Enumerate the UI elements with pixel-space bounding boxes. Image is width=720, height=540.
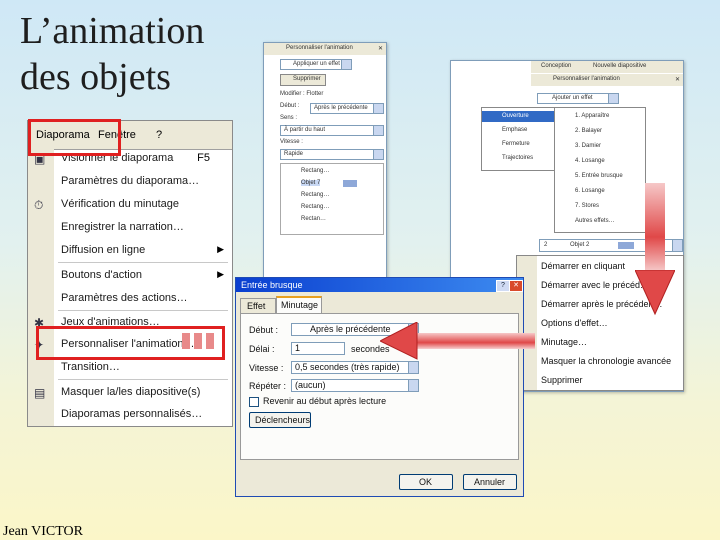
effects-submenu: 1. Apparaître 2. Balayer 3. Damier 4. Lo… — [554, 107, 646, 233]
menu-item-diaporamas-perso[interactable]: Diaporamas personnalisés… — [28, 405, 232, 425]
context-item[interactable]: Masquer la chronologie avancée — [541, 356, 671, 366]
list-item[interactable]: Rectang… — [301, 168, 329, 174]
menu-item-verification[interactable]: ⏱ Vérification du minutage — [28, 195, 232, 215]
cancel-button[interactable]: Annuler — [463, 474, 517, 490]
arrow-left-head — [380, 322, 418, 360]
effect-item[interactable]: 4. Losange — [575, 158, 605, 164]
context-item[interactable]: Options d'effet… — [541, 318, 608, 328]
timeline-bar — [618, 242, 634, 249]
category-item[interactable]: Ouverture — [502, 113, 529, 119]
submenu-arrow-icon: ▶ — [217, 269, 224, 279]
submenu-arrow-icon: ▶ — [217, 244, 224, 254]
category-item[interactable]: Fermeture — [502, 141, 530, 147]
dialog-title: Entrée brusque — [241, 280, 303, 290]
tab-effet[interactable]: Effet — [240, 298, 276, 313]
help-icon[interactable]: ? — [496, 280, 510, 292]
arrow-dash — [206, 333, 214, 349]
more-effects-item[interactable]: Autres effets… — [575, 218, 615, 224]
menu-separator — [58, 262, 228, 263]
delai-input[interactable]: 1 — [291, 342, 345, 355]
close-icon[interactable]: ✕ — [509, 280, 523, 292]
menu-item-actions[interactable]: Paramètres des actions… — [28, 289, 232, 309]
diaporama-menu: Diaporama Fenêtre ? ▣ Visionner le diapo… — [27, 120, 233, 427]
timeline-bar — [343, 180, 357, 187]
rewind-checkbox[interactable] — [249, 397, 259, 407]
sens-select[interactable]: À partir du haut — [280, 125, 384, 136]
menu-item-masquer[interactable]: ▤ Masquer la/les diapositive(s) — [28, 383, 232, 403]
debut-label: Début : — [249, 325, 279, 335]
list-item[interactable]: Rectang… — [301, 192, 329, 198]
debut-label: Début : — [280, 103, 300, 109]
context-item[interactable]: Démarrer en cliquant — [541, 261, 625, 271]
menu-separator — [58, 310, 228, 311]
vitesse-select[interactable]: Rapide — [280, 149, 384, 160]
debut-select[interactable]: Après le précédente — [310, 103, 384, 114]
arrow-dash — [182, 333, 190, 349]
menu-item-boutons[interactable]: Boutons d'action ▶ — [28, 266, 232, 286]
pane-right-toolbar: Conception Nouvelle diapositive — [531, 61, 683, 73]
menu-item-transition[interactable]: Transition… — [28, 358, 232, 378]
effect-item[interactable]: 5. Entrée brusque — [575, 173, 623, 179]
author-name: Jean VICTOR — [3, 524, 83, 539]
menu-item-diffusion[interactable]: Diffusion en ligne ▶ — [28, 241, 232, 261]
list-item[interactable]: Rectang… — [301, 204, 329, 210]
task-pane-left: Personnaliser l'animation ✕ Appliquer un… — [263, 42, 387, 279]
pane-left-title: Personnaliser l'animation — [286, 45, 353, 51]
list-item[interactable]: Objet 7 — [301, 180, 321, 186]
arrow-down-shaft — [645, 183, 665, 273]
ok-button[interactable]: OK — [399, 474, 453, 490]
close-icon[interactable]: ✕ — [675, 76, 680, 83]
vitesse-select[interactable]: 0,5 secondes (très rapide) — [291, 361, 419, 374]
context-item[interactable]: Supprimer — [541, 375, 583, 385]
delai-label: Délai : — [249, 344, 275, 354]
context-item[interactable]: Démarrer avec le précéd… — [541, 280, 649, 290]
context-item[interactable]: Minutage… — [541, 337, 587, 347]
repeter-select[interactable]: (aucun) — [291, 379, 419, 392]
effect-item[interactable]: 7. Stores — [575, 203, 599, 209]
effect-item[interactable]: 2. Balayer — [575, 128, 602, 134]
pane-right-header: Personnaliser l'animation ✕ — [531, 74, 683, 86]
chevron-down-icon — [608, 94, 618, 103]
arrow-dash — [194, 333, 202, 349]
effect-category-menu: Ouverture Emphase Fermeture Trajectoires — [481, 107, 555, 171]
pane-left-header: Personnaliser l'animation ✕ — [264, 43, 386, 55]
add-effect-button[interactable]: Ajouter un effet — [537, 93, 619, 104]
slide-title: L’animation des objets — [20, 10, 205, 98]
menu-help[interactable]: ? — [156, 129, 162, 141]
arrow-down-head — [635, 270, 675, 316]
sens-label: Sens : — [280, 115, 298, 121]
rewind-label: Revenir au début après lecture — [263, 396, 387, 406]
hide-slide-icon: ▤ — [34, 386, 46, 400]
close-icon[interactable]: ✕ — [378, 45, 383, 52]
category-item[interactable]: Emphase — [502, 127, 527, 133]
effect-item[interactable]: 3. Damier — [575, 143, 601, 149]
apply-effect-button[interactable]: Appliquer un effet — [280, 59, 352, 70]
menu-separator — [58, 379, 228, 380]
new-slide-button[interactable]: Nouvelle diapositive — [593, 63, 646, 69]
effect-item[interactable]: 1. Apparaître — [575, 113, 609, 119]
repeter-label: Répéter : — [249, 381, 287, 391]
pane-right-title: Personnaliser l'animation — [553, 76, 620, 82]
vitesse-label: Vitesse : — [280, 139, 303, 145]
animation-list[interactable]: Rectang… Objet 7 Rectang… Rectang… Recta… — [280, 163, 384, 235]
entree-brusque-dialog: Entrée brusque ? ✕ Effet Minutage Début … — [235, 277, 524, 497]
menu-item-parametres[interactable]: Paramètres du diaporama… — [28, 172, 232, 192]
stopwatch-icon: ⏱ — [34, 198, 44, 212]
triggers-button[interactable]: Déclencheurs — [249, 412, 311, 428]
menu-item-narration[interactable]: Enregistrer la narration… — [28, 218, 232, 238]
dialog-titlebar: Entrée brusque ? ✕ — [236, 278, 523, 292]
modify-label: Modifier : Flotter — [280, 91, 324, 97]
effect-item[interactable]: 6. Losange — [575, 188, 605, 194]
chevron-down-icon — [341, 60, 351, 69]
category-item[interactable]: Trajectoires — [502, 155, 533, 161]
arrow-left-shaft — [415, 333, 535, 349]
remove-button[interactable]: Supprimer — [280, 74, 326, 86]
highlight-diaporama — [28, 119, 121, 156]
conception-button[interactable]: Conception — [541, 63, 571, 69]
vitesse-label: Vitesse : — [249, 363, 284, 373]
list-item[interactable]: Rectan… — [301, 216, 326, 222]
